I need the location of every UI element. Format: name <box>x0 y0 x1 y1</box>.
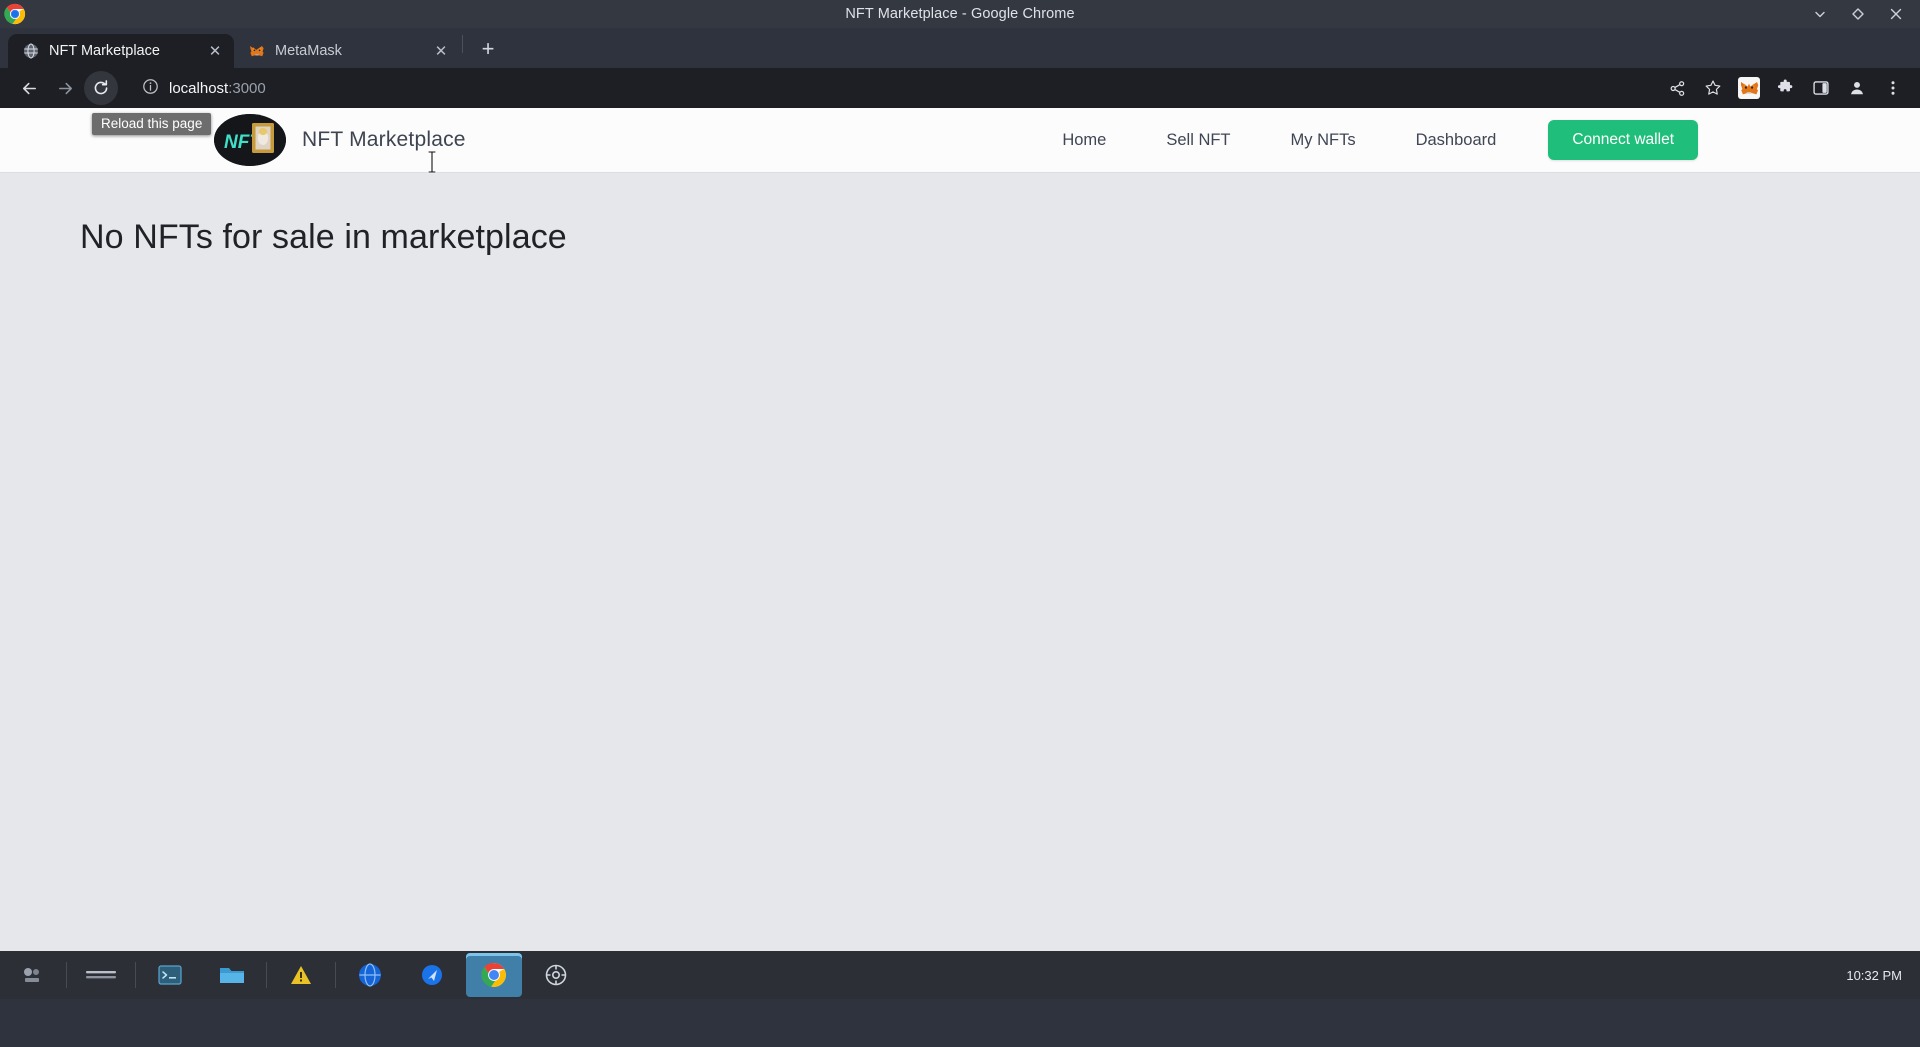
metamask-extension-icon[interactable] <box>1734 73 1764 103</box>
nft-marketplace-logo-icon: NFT <box>214 114 286 166</box>
chrome-tab-strip: NFT Marketplace ✕ MetaMask ✕ + <box>0 28 1920 68</box>
side-panel-icon[interactable] <box>1806 73 1836 103</box>
bookmark-star-icon[interactable] <box>1698 73 1728 103</box>
window-title: NFT Marketplace - Google Chrome <box>845 6 1075 22</box>
site-info-icon[interactable] <box>142 78 159 99</box>
back-arrow-icon[interactable] <box>12 71 46 105</box>
site-header: NFT NFT Marketplace Home Sell NFT My NFT… <box>0 108 1920 172</box>
nav-item-dashboard[interactable]: Dashboard <box>1386 131 1527 150</box>
taskbar-separator <box>335 962 336 988</box>
tab-separator <box>462 35 463 53</box>
chrome-toolbar: localhost:3000 Reload this page <box>0 68 1920 174</box>
maximize-button-icon[interactable] <box>1850 6 1866 22</box>
main-content: No NFTs for sale in marketplace <box>0 172 1920 257</box>
globe-icon <box>22 43 39 60</box>
forward-arrow-icon[interactable] <box>48 71 82 105</box>
browser-icon[interactable] <box>342 953 398 997</box>
main-navigation: Home Sell NFT My NFTs Dashboard Connect … <box>1032 120 1920 160</box>
new-tab-button[interactable]: + <box>473 34 503 64</box>
warning-icon[interactable] <box>273 953 329 997</box>
chrome-logo-icon <box>4 3 26 25</box>
url-port: :3000 <box>228 79 266 97</box>
window-list-icon[interactable] <box>73 953 129 997</box>
browser-tab-metamask[interactable]: MetaMask ✕ <box>234 34 460 68</box>
empty-state-heading: No NFTs for sale in marketplace <box>80 218 567 256</box>
settings-icon[interactable] <box>528 953 584 997</box>
os-taskbar: 10:32 PM <box>0 951 1920 999</box>
app-menu-icon[interactable] <box>4 953 60 997</box>
text-cursor-icon <box>425 150 439 174</box>
nav-item-my-nfts[interactable]: My NFTs <box>1261 131 1386 150</box>
terminal-icon[interactable] <box>142 953 198 997</box>
connect-wallet-button[interactable]: Connect wallet <box>1548 120 1698 160</box>
reload-tooltip: Reload this page <box>92 113 212 135</box>
url-host: localhost <box>169 79 229 97</box>
brand-name: NFT Marketplace <box>302 128 466 151</box>
address-bar[interactable]: localhost:3000 <box>128 72 1650 104</box>
browser2-icon[interactable] <box>404 953 460 997</box>
window-controls <box>1812 0 1912 28</box>
tab-title: NFT Marketplace <box>49 43 160 59</box>
chrome-menu-icon[interactable] <box>1878 73 1908 103</box>
web-page-content: NFT NFT Marketplace Home Sell NFT My NFT… <box>0 108 1920 999</box>
metamask-fox-icon <box>248 43 265 60</box>
files-icon[interactable] <box>204 953 260 997</box>
browser-tab-nft-marketplace[interactable]: NFT Marketplace ✕ <box>8 34 234 68</box>
taskbar-separator <box>135 962 136 988</box>
taskbar-separator <box>266 962 267 988</box>
tab-title: MetaMask <box>275 43 342 59</box>
share-icon[interactable] <box>1662 73 1692 103</box>
minimize-button-icon[interactable] <box>1812 6 1828 22</box>
extensions-puzzle-icon[interactable] <box>1770 73 1800 103</box>
profile-avatar-icon[interactable] <box>1842 73 1872 103</box>
os-titlebar: NFT Marketplace - Google Chrome <box>0 0 1920 28</box>
close-button-icon[interactable] <box>1888 6 1904 22</box>
chrome-icon[interactable] <box>466 953 522 997</box>
nav-item-home[interactable]: Home <box>1032 131 1136 150</box>
nav-item-sell-nft[interactable]: Sell NFT <box>1136 131 1260 150</box>
taskbar-clock: 10:32 PM <box>1846 967 1902 983</box>
toolbar-right-icons <box>1662 73 1908 103</box>
tab-close-icon[interactable]: ✕ <box>432 42 450 60</box>
tab-close-icon[interactable]: ✕ <box>206 42 224 60</box>
taskbar-separator <box>66 962 67 988</box>
reload-icon[interactable] <box>84 71 118 105</box>
